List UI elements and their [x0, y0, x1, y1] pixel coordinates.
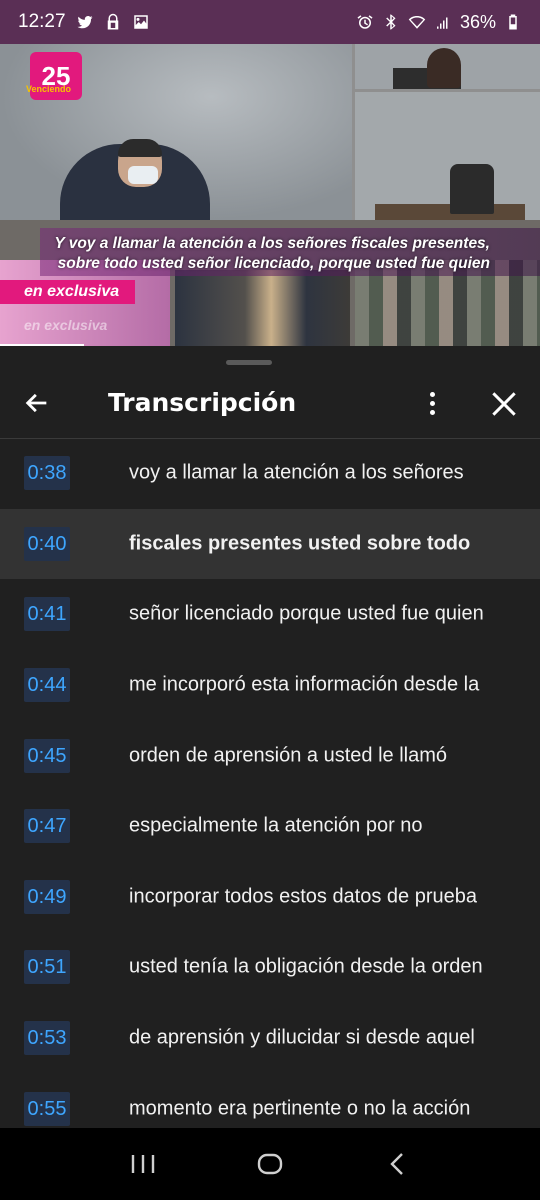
arrow-left-icon — [25, 393, 47, 413]
drag-handle[interactable] — [226, 360, 272, 365]
transcript-row-active[interactable]: 0:40 fiscales presentes usted sobre todo — [0, 508, 540, 580]
signal-icon — [434, 13, 452, 31]
recent-apps-icon — [132, 1155, 155, 1173]
channel-logo-subtitle: Venciendo — [26, 84, 72, 94]
more-vertical-icon — [429, 391, 435, 397]
transcript-text: orden de aprensión a usted le llamó — [129, 744, 447, 767]
home-button[interactable] — [250, 1144, 290, 1184]
twitter-icon — [76, 13, 94, 31]
timestamp[interactable]: 0:40 — [24, 526, 70, 561]
transcript-text: incorporar todos estos datos de prueba — [129, 885, 477, 908]
exclusive-tag-faded: en exclusiva — [24, 317, 108, 333]
video-frame-mid-right — [355, 92, 540, 220]
image-icon — [132, 13, 150, 31]
timestamp[interactable]: 0:45 — [24, 738, 70, 773]
recent-apps-button[interactable] — [123, 1144, 163, 1184]
transcript-text: momento era pertinente o no la acción — [129, 1097, 471, 1120]
caption-line-1: Y voy a llamar la atención a los señores… — [54, 235, 490, 252]
close-button[interactable] — [488, 388, 520, 420]
clock: 12:27 — [18, 11, 66, 32]
transcript-list: 0:38 voy a llamar la atención a los seño… — [0, 438, 540, 1128]
timestamp[interactable]: 0:51 — [24, 950, 70, 985]
system-navigation-bar — [0, 1128, 540, 1200]
transcript-row[interactable]: 0:55 momento era pertinente o no la acci… — [0, 1073, 540, 1128]
more-options-button[interactable] — [418, 388, 446, 418]
timestamp[interactable]: 0:47 — [24, 809, 70, 844]
transcript-text: señor licenciado porque usted fue quien — [129, 602, 484, 625]
close-icon — [492, 392, 516, 416]
chevron-left-icon — [389, 1153, 403, 1175]
back-button[interactable] — [22, 388, 52, 418]
video-player[interactable]: 25 Venciendo Y voy a llamar la atención … — [0, 44, 540, 346]
exclusive-tag: en exclusiva — [0, 280, 135, 304]
transcript-text: de aprensión y dilucidar si desde aquel — [129, 1026, 475, 1049]
transcript-row[interactable]: 0:49 incorporar todos estos datos de pru… — [0, 862, 540, 933]
battery-percent: 36% — [459, 11, 496, 32]
transcript-title: Transcripción — [108, 388, 297, 417]
timestamp[interactable]: 0:53 — [24, 1021, 70, 1056]
transcript-text: especialmente la atención por no — [129, 814, 423, 837]
transcript-row[interactable]: 0:45 orden de aprensión a usted le llamó — [0, 720, 540, 791]
timestamp[interactable]: 0:55 — [24, 1091, 70, 1126]
transcript-panel: Transcripción 0:38 voy a llamar la atenc… — [0, 346, 540, 1128]
transcript-header: Transcripción — [0, 366, 540, 438]
video-caption: Y voy a llamar la atención a los señores… — [50, 234, 490, 274]
timestamp[interactable]: 0:49 — [24, 879, 70, 914]
transcript-row[interactable]: 0:51 usted tenía la obligación desde la … — [0, 932, 540, 1003]
transcript-text: usted tenía la obligación desde la orden — [129, 955, 483, 978]
alarm-icon — [356, 13, 374, 31]
transcript-text: fiscales presentes usted sobre todo — [129, 532, 471, 555]
transcript-text: voy a llamar la atención a los señores — [129, 461, 464, 484]
battery-icon — [504, 13, 522, 31]
transcript-row[interactable]: 0:41 señor licenciado porque usted fue q… — [0, 579, 540, 650]
transcript-row[interactable]: 0:38 voy a llamar la atención a los seño… — [0, 438, 540, 509]
transcript-text: me incorporó esta información desde la — [129, 673, 480, 696]
timestamp[interactable]: 0:41 — [24, 597, 70, 632]
wifi-icon — [408, 13, 426, 31]
transcript-row[interactable]: 0:47 especialmente la atención por no — [0, 791, 540, 862]
back-nav-button[interactable] — [377, 1144, 417, 1184]
status-bar: 12:27 36% — [0, 0, 540, 44]
timestamp[interactable]: 0:38 — [24, 456, 70, 491]
lock-icon — [104, 13, 122, 31]
transcript-row[interactable]: 0:53 de aprensión y dilucidar si desde a… — [0, 1003, 540, 1074]
transcript-row[interactable]: 0:44 me incorporó esta información desde… — [0, 650, 540, 721]
bluetooth-icon — [382, 13, 400, 31]
timestamp[interactable]: 0:44 — [24, 668, 70, 703]
caption-line-2: sobre todo usted señor licenciado, porqu… — [57, 255, 490, 272]
video-frame-top-right — [355, 44, 540, 89]
home-icon — [257, 1153, 283, 1175]
video-frame-main: 25 Venciendo — [0, 44, 352, 220]
